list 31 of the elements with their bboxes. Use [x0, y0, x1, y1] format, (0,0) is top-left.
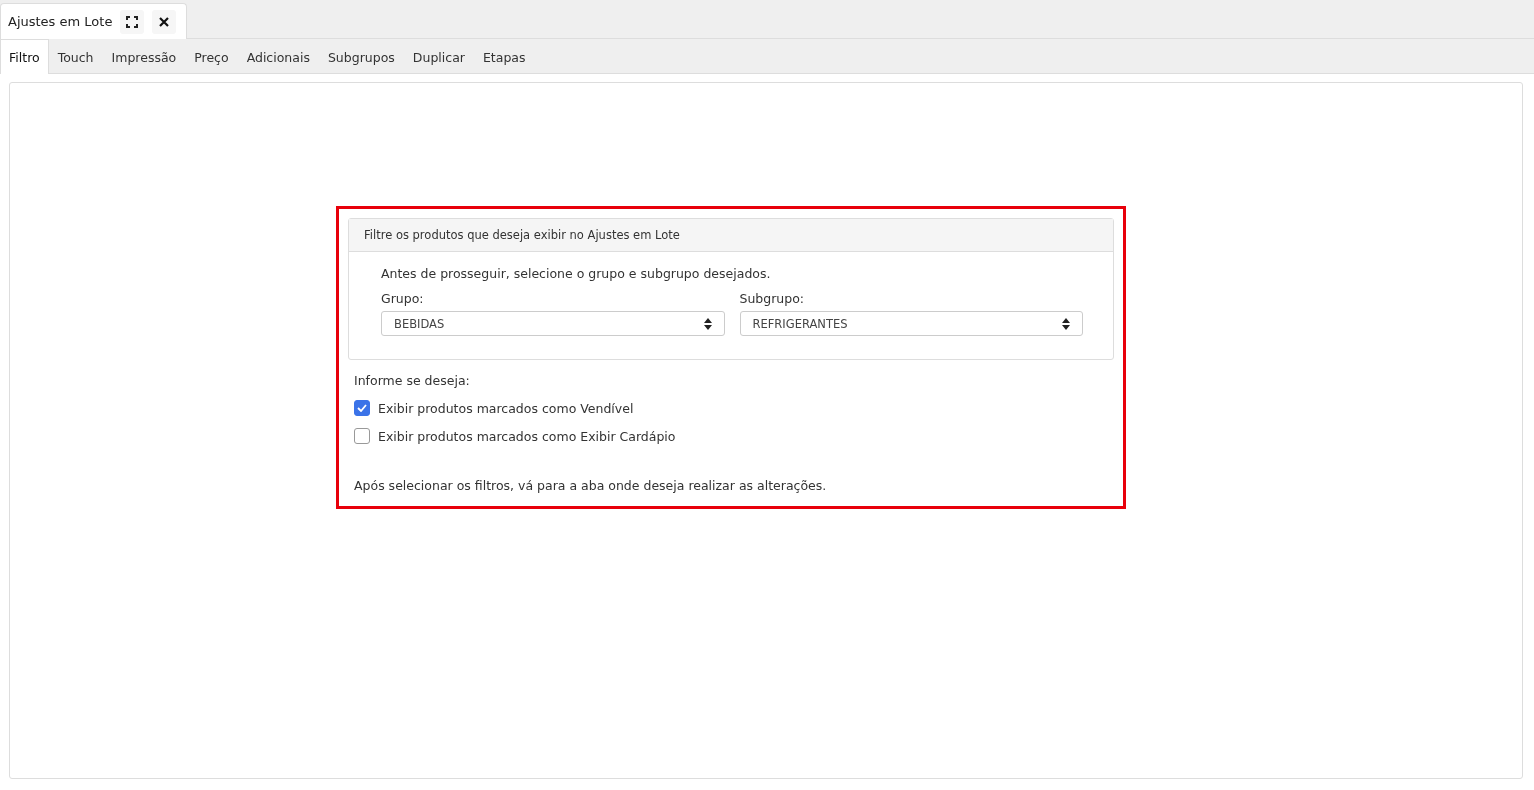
sort-caret-icon: [1062, 317, 1070, 330]
tab[interactable]: Impressão: [102, 39, 186, 74]
card-header: Filtre os produtos que deseja exibir no Ajustes em Lote: [349, 219, 1113, 252]
close-icon: [159, 16, 170, 27]
select-field[interactable]: REFRIGERANTES: [739, 311, 1083, 336]
tab[interactable]: Subgrupos: [318, 39, 404, 74]
checkbox[interactable]: [354, 428, 370, 444]
tab[interactable]: Adicionais: [237, 39, 319, 74]
tab[interactable]: Etapas: [473, 39, 535, 74]
select-field[interactable]: BEBIDAS: [381, 311, 725, 336]
intro-text: Antes de prosseguir, selecione o grupo e subgrupo desejados.: [381, 266, 772, 281]
tab[interactable]: Duplicar: [403, 39, 474, 74]
checkbox-label: Exibir produtos marcados como Exibir Cardápio: [378, 428, 676, 444]
tab[interactable]: Filtro: [0, 39, 49, 74]
fullscreen-button[interactable]: [120, 9, 145, 34]
options-label: Informe se deseja:: [354, 373, 471, 388]
tab[interactable]: Preço: [185, 39, 238, 74]
tab[interactable]: Touch: [48, 39, 103, 74]
footer-note: Após selecionar os filtros, vá para a aba onde deseja realizar as alterações.: [354, 478, 828, 493]
sort-caret-icon: [703, 317, 712, 330]
checkbox-label: Exibir produtos marcados como Vendível: [378, 400, 634, 416]
check-icon: [357, 404, 367, 412]
checkbox[interactable]: [354, 400, 370, 416]
window-tab-title: Ajustes em Lote: [8, 14, 113, 29]
expand-icon: [126, 15, 139, 28]
select-value: BEBIDAS: [394, 316, 445, 331]
select-label: Grupo:: [381, 291, 425, 306]
select-value: REFRIGERANTES: [752, 316, 848, 331]
window-tab[interactable]: Ajustes em Lote: [0, 3, 188, 39]
select-label: Subgrupo:: [739, 291, 806, 306]
close-button[interactable]: [152, 9, 177, 34]
